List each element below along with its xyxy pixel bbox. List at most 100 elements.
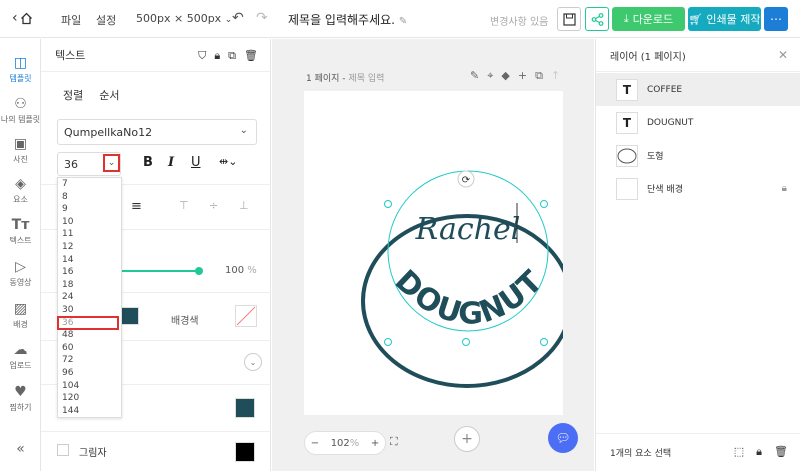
eyedropper-icon[interactable]: ⌖ [487, 69, 493, 83]
align-bottom-icon[interactable]: ⊥ [239, 199, 249, 212]
align-middle-icon[interactable]: ÷ [209, 199, 218, 212]
page-title-input[interactable]: 제목 입력 [348, 74, 384, 84]
layer-item-coffee[interactable]: T COFFEE [596, 73, 800, 106]
font-size-option[interactable]: 10 [58, 216, 121, 229]
background-color-swatch-none[interactable] [235, 305, 257, 327]
tab-order[interactable]: 순서 [99, 87, 119, 103]
font-size-option[interactable]: 120 [58, 392, 121, 405]
font-size-option[interactable]: 60 [58, 342, 121, 355]
duplicate-icon[interactable]: ⧉ [228, 49, 236, 63]
rail-item-elements[interactable]: ◈ 요소 [0, 176, 41, 205]
lock-icon[interactable]: 🔒︎ [214, 49, 220, 63]
chat-support-button[interactable]: 💬︎ [548, 423, 578, 453]
rail-item-background[interactable]: ▨ 배경 [0, 301, 41, 330]
font-size-option[interactable]: 11 [58, 228, 121, 241]
menu-settings[interactable]: 설정 [96, 12, 116, 28]
border-color-swatch[interactable] [235, 398, 255, 418]
add-page-button[interactable]: + [454, 426, 480, 452]
font-size-option[interactable]: 14 [58, 254, 121, 267]
chevron-down-icon: ⌄ [249, 357, 257, 367]
shadow-checkbox[interactable] [57, 444, 69, 456]
font-size-option[interactable]: 16 [58, 266, 121, 279]
text-spacing-icon[interactable]: ⇹⌄ [219, 155, 237, 168]
text-color-swatch[interactable] [121, 307, 139, 325]
font-size-option[interactable]: 96 [58, 367, 121, 380]
home-button[interactable]: ‹ [12, 10, 33, 26]
collapse-rail-button[interactable]: « [0, 441, 41, 457]
share-button[interactable] [585, 7, 609, 31]
paint-format-icon[interactable]: ⛉ [198, 49, 206, 63]
redo-icon[interactable]: ↷ [256, 10, 268, 26]
font-size-option[interactable]: 12 [58, 241, 121, 254]
memo-icon[interactable]: ✎ [470, 69, 479, 83]
font-size-option[interactable]: 18 [58, 279, 121, 292]
group-icon[interactable]: ⬚ [734, 445, 744, 459]
font-size-option[interactable]: 24 [58, 291, 121, 304]
align-top-icon[interactable]: ⊤ [179, 199, 189, 212]
left-nav-rail: ◫ 템플릿 ⚇ 나의 템플릿 ▣ 사진 ◈ 요소 Tт 텍스트 ▷ 동영상 ▨ … [0, 39, 41, 471]
zoom-level[interactable]: 102% [331, 438, 360, 449]
rail-item-text[interactable]: Tт 텍스트 [0, 217, 41, 246]
layer-item-solid-background[interactable]: 단색 배경 🔒︎ [596, 172, 800, 205]
zoom-out-icon[interactable]: − [311, 438, 319, 449]
menu-file[interactable]: 파일 [61, 12, 81, 28]
font-family-select[interactable]: QumpellkaNo12 ⌄ [57, 119, 257, 145]
save-button[interactable] [557, 7, 581, 31]
underline-icon[interactable]: U [191, 155, 201, 170]
shadow-color-swatch[interactable] [235, 442, 255, 462]
more-button[interactable]: ⋯ [764, 7, 788, 31]
copy-page-icon[interactable]: ⧉ [535, 69, 543, 83]
bold-icon[interactable]: B [143, 155, 153, 170]
align-justify-icon[interactable]: ≡ [131, 199, 142, 214]
font-size-option[interactable]: 7 [58, 178, 121, 191]
page-size-selector[interactable]: 500px × 500px ⌄ [136, 12, 232, 25]
print-order-label: 인쇄물 제작 [706, 13, 761, 26]
opacity-slider-handle[interactable] [195, 267, 203, 275]
home-icon [20, 12, 32, 24]
add-icon[interactable]: + [518, 69, 527, 83]
close-icon[interactable]: ✕ [778, 48, 788, 62]
rail-item-templates[interactable]: ◫ 템플릿 [0, 55, 41, 84]
download-icon: ⤓ [623, 12, 629, 25]
undo-icon[interactable]: ↶ [232, 10, 244, 26]
font-size-option[interactable]: 104 [58, 380, 121, 393]
design-page[interactable]: Rachel DOUGNUT ⟳ [304, 91, 573, 415]
layer-item-shape[interactable]: 도형 [596, 139, 800, 172]
download-button[interactable]: ⤓ 다운로드 [612, 7, 685, 31]
font-size-dropdown-toggle[interactable]: ⌄ [103, 154, 120, 172]
rail-item-photos[interactable]: ▣ 사진 [0, 136, 41, 165]
tab-align[interactable]: 정렬 [63, 87, 83, 103]
rachel-text[interactable]: Rachel [415, 212, 521, 247]
lock-icon[interactable]: 🔒︎ [782, 183, 787, 194]
rail-item-my-templates[interactable]: ⚇ 나의 템플릿 [0, 96, 41, 125]
italic-icon[interactable]: I [168, 155, 174, 170]
font-size-option[interactable]: 9 [58, 203, 121, 216]
trash-icon[interactable]: 🗑︎ [774, 445, 788, 459]
rail-item-favorites[interactable]: ♥ 찜하기 [0, 384, 41, 413]
layer-item-dougnut[interactable]: T DOUGNUT [596, 106, 800, 139]
double-chevron-left-icon: « [16, 441, 25, 457]
font-size-option[interactable]: 30 [58, 304, 121, 317]
font-size-option[interactable]: 36 [57, 315, 119, 331]
font-size-option[interactable]: 48 [58, 329, 121, 342]
more-icon: ⋯ [770, 12, 782, 26]
font-size-option[interactable]: 8 [58, 191, 121, 204]
font-size-option[interactable]: 144 [58, 405, 121, 418]
zoom-in-icon[interactable]: + [371, 438, 379, 449]
dougnut-text[interactable]: DOUGNUT [388, 264, 550, 332]
trash-icon[interactable]: 🗑︎ [244, 49, 258, 63]
font-size-option[interactable]: 72 [58, 354, 121, 367]
expand-section-button[interactable]: ⌄ [244, 353, 262, 371]
page-label: 1 페이지 - 제목 입력 [306, 74, 385, 84]
move-up-icon[interactable]: ↑ [551, 69, 560, 83]
lock-icon[interactable]: 🔒︎ [756, 445, 762, 459]
layer-footer-actions: ⬚ 🔒︎ 🗑︎ [734, 445, 788, 459]
opacity-slider-track[interactable] [121, 270, 199, 272]
background-color-label: 배경색 [171, 316, 199, 327]
rail-item-video[interactable]: ▷ 동영상 [0, 259, 41, 288]
rail-item-upload[interactable]: ☁ 업로드 [0, 342, 41, 371]
print-order-button[interactable]: 🛒︎ 인쇄물 제작 [688, 7, 761, 31]
fill-icon[interactable]: ◆ [501, 69, 509, 83]
fit-screen-icon[interactable]: ⛶ [390, 435, 398, 449]
document-title-input[interactable]: 제목을 입력해주세요. ✎ [288, 11, 407, 28]
